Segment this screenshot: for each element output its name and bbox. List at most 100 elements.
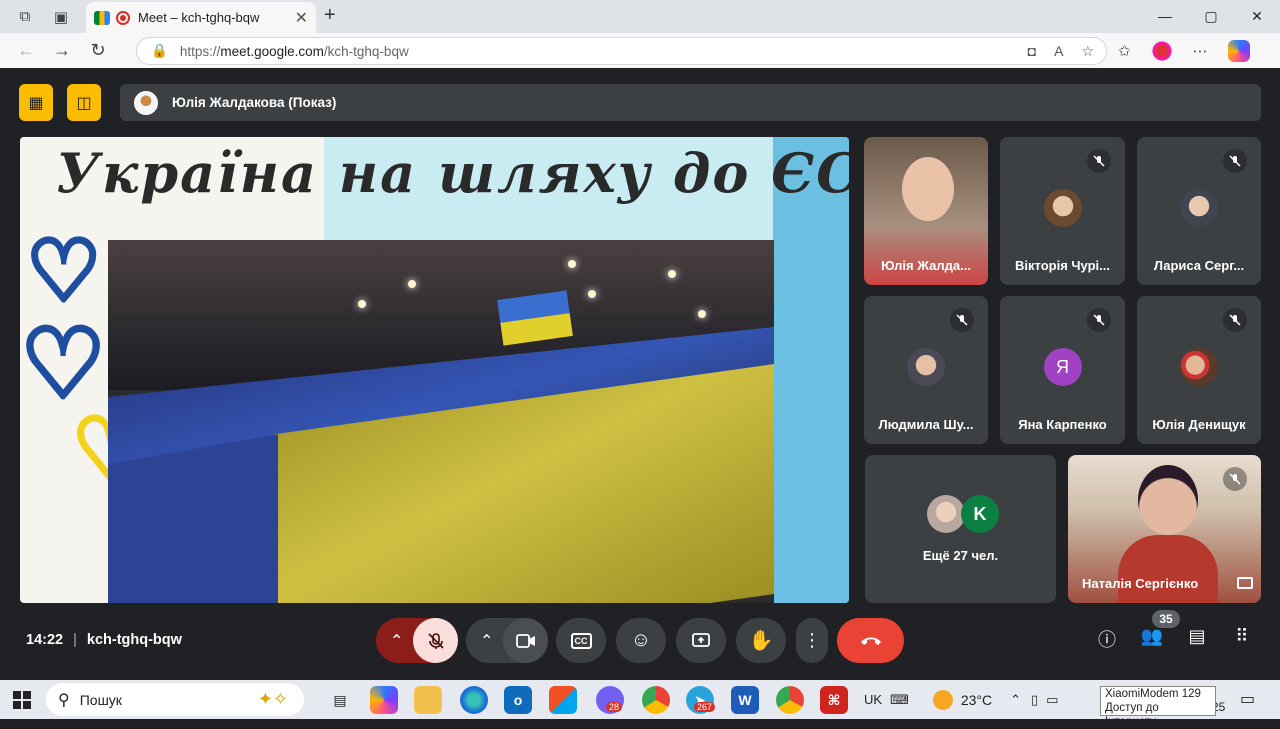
tab-actions-icon[interactable]: ▣ [50, 6, 72, 28]
meeting-code: kch-tghq-bqw [86, 632, 182, 648]
task-view-icon[interactable]: ▤ [326, 686, 354, 714]
show-hidden-icons-icon[interactable]: ⌃ [1010, 692, 1021, 708]
mic-toggle-button[interactable] [413, 618, 458, 663]
recording-indicator-icon [116, 10, 130, 25]
stop-presenting-icon[interactable]: ▦ [19, 84, 53, 121]
avatar: K [961, 495, 999, 533]
acrobat-icon[interactable]: ⌘ [820, 686, 848, 714]
presenter-avatar [134, 90, 158, 115]
participant-tile[interactable]: Людмила Шу... [864, 296, 988, 444]
file-explorer-icon[interactable] [414, 686, 442, 714]
emoji-reaction-button[interactable]: ☺ [616, 618, 666, 663]
search-icon: ⚲ [58, 691, 70, 709]
more-menu-icon[interactable]: ⋯ [1193, 42, 1208, 60]
chrome-icon[interactable] [642, 686, 670, 714]
edge-icon[interactable] [460, 686, 488, 714]
weather-icon[interactable] [932, 689, 953, 710]
copilot-app-icon[interactable] [370, 686, 398, 714]
word-icon[interactable]: W [731, 686, 759, 714]
more-participants-label: Ещё 27 чел. [922, 548, 999, 563]
activities-icon[interactable]: ⠿ [1227, 626, 1257, 647]
lock-icon[interactable]: 🔒 [151, 43, 168, 59]
mic-off-icon [950, 308, 974, 332]
more-participants-tile[interactable]: K Ещё 27 чел. [865, 455, 1056, 603]
avatar [1180, 189, 1218, 227]
more-options-button[interactable]: ⋮ [796, 618, 828, 663]
participant-tile[interactable]: Лариса Серг... [1137, 137, 1261, 285]
slide-photo-flag-rally [108, 240, 774, 603]
layout-icon[interactable]: ◫ [67, 84, 101, 121]
close-tab-icon[interactable]: ✕ [295, 8, 308, 28]
participant-tile-video[interactable]: Юлія Жалда... [864, 137, 988, 285]
participant-tile[interactable]: Я Яна Карпенко [1000, 296, 1125, 444]
url-field[interactable]: 🔒 https://meet.google.com/kch-tghq-bqw ◘… [136, 37, 1107, 65]
battery-icon[interactable]: ▭ [1046, 692, 1058, 708]
copilot-icon[interactable] [1227, 39, 1250, 62]
favorite-star-icon[interactable]: ☆ [1081, 43, 1094, 60]
tray-device-icon[interactable]: ▯ [1031, 692, 1038, 708]
store-icon[interactable] [549, 686, 577, 714]
minimize-button[interactable]: — [1142, 0, 1188, 33]
browser-tab-bar: ⧉ ▣ Meet – kch-tghq-bqw ✕ + — ▢ ✕ [0, 0, 1280, 33]
camera-in-use-icon[interactable]: ◘ [1028, 43, 1036, 60]
notifications-icon[interactable]: ▭ [1240, 689, 1255, 709]
camera-toggle-button[interactable] [503, 618, 548, 663]
meet-controls-bar: 14:22 | kch-tghq-bqw ⌃ ⌃ CC ☺ ✋ ⋮ ⓘ 35 👥… [4, 608, 1276, 680]
refresh-icon[interactable]: ↻ [80, 40, 116, 61]
heart-icon: ♡ [20, 311, 109, 418]
participant-name: Яна Карпенко [1018, 417, 1107, 432]
taskbar-search[interactable]: ⚲ Пошук ✦✧ [46, 683, 304, 716]
avatar [907, 348, 945, 386]
meeting-info: 14:22 | kch-tghq-bqw [26, 632, 182, 648]
outlook-icon[interactable]: o [504, 686, 532, 714]
tab-meet[interactable]: Meet – kch-tghq-bqw ✕ [86, 2, 316, 33]
avatar: Я [1043, 348, 1082, 386]
participant-tile-video[interactable]: Наталія Сергієнко [1068, 455, 1261, 603]
tooltip-line-2: Доступ до Інтернету [1105, 702, 1159, 728]
camera-icon [515, 633, 535, 648]
slide-side-stripe [773, 137, 849, 603]
maximize-button[interactable]: ▢ [1188, 0, 1234, 33]
search-placeholder: Пошук [79, 691, 122, 708]
close-window-button[interactable]: ✕ [1234, 0, 1280, 33]
telegram-badge: 267 [694, 702, 716, 712]
chrome-profile-icon[interactable] [776, 686, 804, 714]
meeting-details-icon[interactable]: ⓘ [1092, 626, 1122, 652]
chevron-up-icon: ⌃ [480, 632, 494, 650]
windows-logo-icon [13, 690, 31, 709]
url-path: /kch-tghq-bqw [323, 43, 409, 59]
participant-tile[interactable]: Юлія Денищук [1137, 296, 1261, 444]
keyboard-icon[interactable]: ⌨ [890, 692, 909, 708]
captions-icon: CC [570, 632, 592, 649]
favorites-icon[interactable]: ✩ [1118, 42, 1131, 60]
workspaces-icon[interactable]: ⧉ [14, 6, 36, 28]
url-host: meet.google.com [220, 43, 324, 59]
tooltip-line-1: XiaomiModem 129 [1105, 688, 1201, 700]
forward-icon[interactable]: → [44, 40, 80, 61]
chat-icon[interactable]: ▤ [1182, 626, 1212, 647]
heart-icon: ♡ [23, 224, 103, 318]
leave-call-button[interactable] [837, 618, 904, 663]
people-icon[interactable]: 👥 [1137, 626, 1167, 647]
participant-face [1138, 465, 1198, 535]
pip-icon[interactable] [1237, 577, 1253, 589]
meet-window: ▦ ◫ Юлія Жалдакова (Показ) Україна на шл… [4, 68, 1276, 680]
temperature[interactable]: 23°C [961, 692, 992, 708]
new-tab-button[interactable]: + [324, 4, 336, 27]
profile-avatar-icon[interactable] [1150, 39, 1173, 62]
present-screen-button[interactable] [676, 618, 726, 663]
hang-up-icon [860, 637, 881, 645]
raise-hand-button[interactable]: ✋ [736, 618, 786, 663]
present-icon [692, 632, 710, 647]
participant-tile[interactable]: Вікторія Чурі... [1000, 137, 1125, 285]
read-aloud-icon[interactable]: A [1054, 43, 1063, 60]
tab-title: Meet – kch-tghq-bqw [138, 10, 260, 25]
system-tray: UK ⌨ 23°C ⌃ ▯ ▭ [864, 680, 1058, 719]
back-icon[interactable]: ← [8, 40, 44, 61]
keyboard-language[interactable]: UK [864, 692, 882, 707]
participant-name: Юлія Жалда... [881, 258, 971, 273]
start-button[interactable] [0, 690, 44, 709]
windows-taskbar: ⚲ Пошук ✦✧ ▤ o 28 ➤ 267 W ⌘ UK ⌨ 23°C ⌃ … [0, 680, 1280, 719]
chevron-up-icon: ⌃ [390, 632, 404, 650]
captions-button[interactable]: CC [556, 618, 606, 663]
